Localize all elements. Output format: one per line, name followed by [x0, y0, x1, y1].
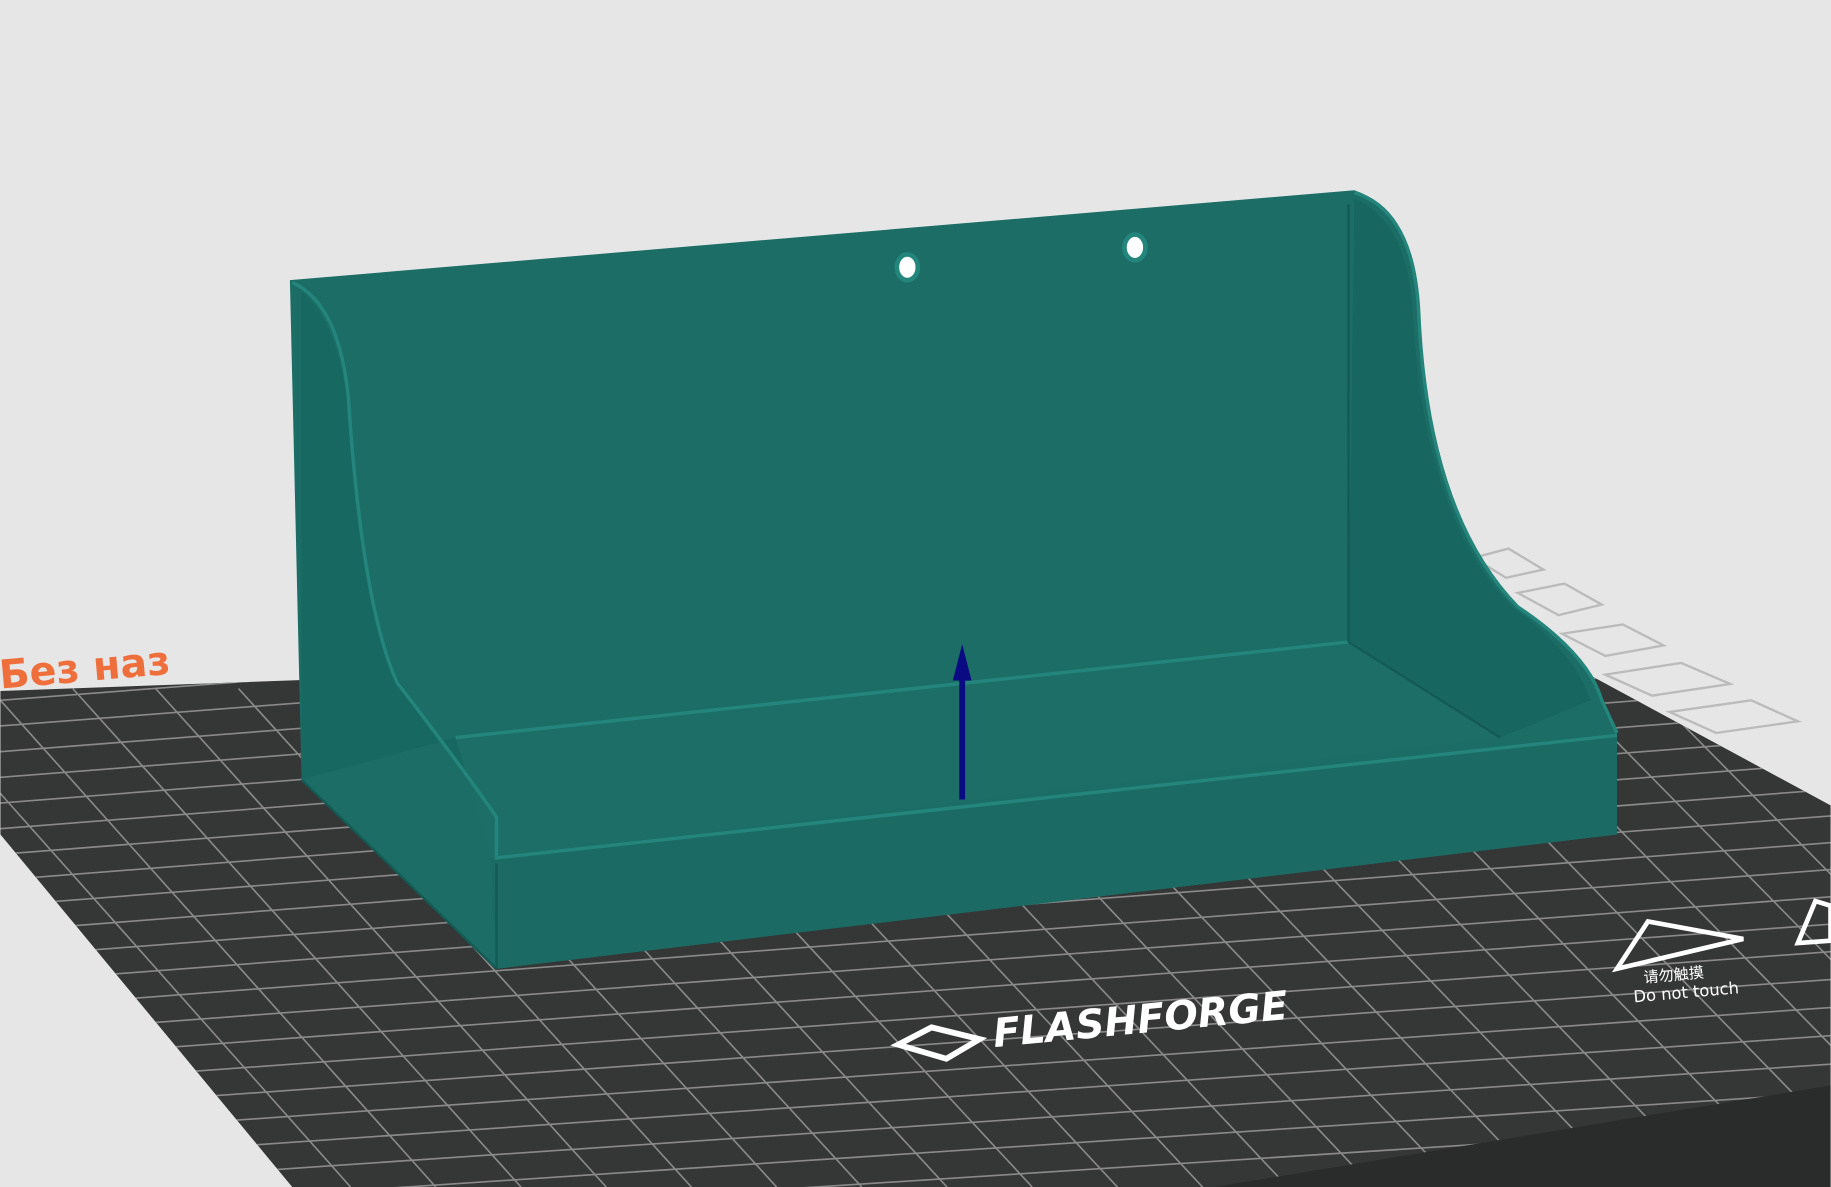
viewport-canvas[interactable]: Без наз FLASHFORGE 请勿触摸 Do not touch [0, 0, 1831, 1187]
3d-model-shelf[interactable] [289, 190, 1619, 970]
3d-viewport[interactable]: Без наз FLASHFORGE 请勿触摸 Do not touch [0, 0, 1831, 1187]
mounting-hole [1122, 232, 1148, 263]
model-right-side [1348, 198, 1591, 738]
mounting-hole [894, 252, 921, 283]
